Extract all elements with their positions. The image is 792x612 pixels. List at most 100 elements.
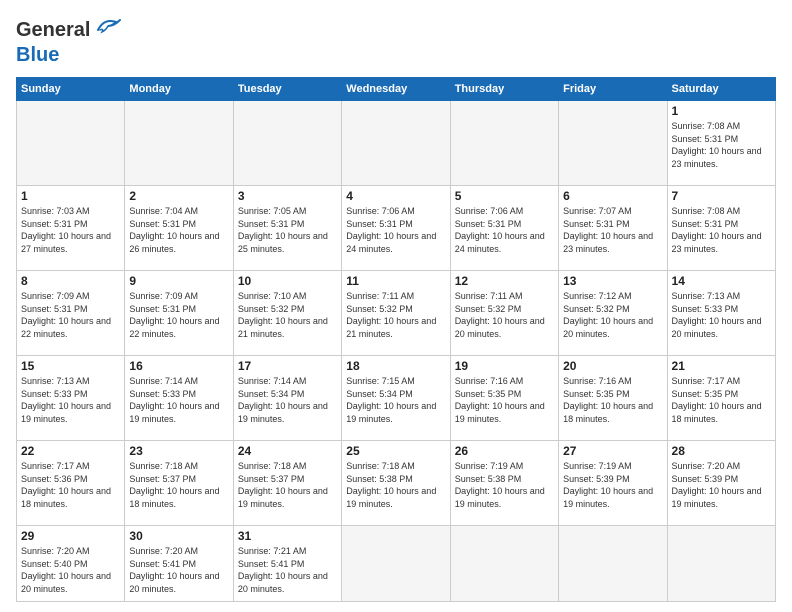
day-number: 1 (21, 189, 120, 203)
day-number: 27 (563, 444, 662, 458)
calendar-cell-empty (559, 525, 667, 601)
day-info: Sunrise: 7:18 AMSunset: 5:38 PMDaylight:… (346, 460, 445, 510)
calendar-cell-day: 14 Sunrise: 7:13 AMSunset: 5:33 PMDaylig… (667, 270, 775, 355)
day-number: 7 (672, 189, 771, 203)
calendar-header-tuesday: Tuesday (233, 78, 341, 101)
day-number: 17 (238, 359, 337, 373)
day-number: 2 (129, 189, 228, 203)
day-number: 28 (672, 444, 771, 458)
day-number: 3 (238, 189, 337, 203)
calendar-header-wednesday: Wednesday (342, 78, 450, 101)
day-number: 12 (455, 274, 554, 288)
calendar-row: 1 Sunrise: 7:08 AMSunset: 5:31 PMDayligh… (17, 101, 776, 186)
calendar-cell-day: 8 Sunrise: 7:09 AMSunset: 5:31 PMDayligh… (17, 270, 125, 355)
day-number: 9 (129, 274, 228, 288)
day-info: Sunrise: 7:04 AMSunset: 5:31 PMDaylight:… (129, 205, 228, 255)
day-number: 23 (129, 444, 228, 458)
day-number: 30 (129, 529, 228, 543)
calendar-cell-day: 2 Sunrise: 7:04 AMSunset: 5:31 PMDayligh… (125, 185, 233, 270)
day-info: Sunrise: 7:17 AMSunset: 5:36 PMDaylight:… (21, 460, 120, 510)
calendar-cell-day: 25 Sunrise: 7:18 AMSunset: 5:38 PMDaylig… (342, 440, 450, 525)
day-info: Sunrise: 7:14 AMSunset: 5:34 PMDaylight:… (238, 375, 337, 425)
calendar-cell-empty (342, 101, 450, 186)
day-info: Sunrise: 7:10 AMSunset: 5:32 PMDaylight:… (238, 290, 337, 340)
day-info: Sunrise: 7:18 AMSunset: 5:37 PMDaylight:… (238, 460, 337, 510)
calendar-cell-day: 1 Sunrise: 7:08 AMSunset: 5:31 PMDayligh… (667, 101, 775, 186)
day-number: 4 (346, 189, 445, 203)
calendar-cell-empty (559, 101, 667, 186)
calendar-cell-day: 13 Sunrise: 7:12 AMSunset: 5:32 PMDaylig… (559, 270, 667, 355)
day-number: 31 (238, 529, 337, 543)
calendar-cell-day: 1 Sunrise: 7:03 AMSunset: 5:31 PMDayligh… (17, 185, 125, 270)
calendar-header-friday: Friday (559, 78, 667, 101)
day-number: 8 (21, 274, 120, 288)
day-number: 18 (346, 359, 445, 373)
day-info: Sunrise: 7:07 AMSunset: 5:31 PMDaylight:… (563, 205, 662, 255)
day-info: Sunrise: 7:21 AMSunset: 5:41 PMDaylight:… (238, 545, 337, 595)
calendar-cell-day: 20 Sunrise: 7:16 AMSunset: 5:35 PMDaylig… (559, 355, 667, 440)
calendar-cell-empty (17, 101, 125, 186)
calendar-cell-day: 31 Sunrise: 7:21 AMSunset: 5:41 PMDaylig… (233, 525, 341, 601)
calendar-cell-day: 23 Sunrise: 7:18 AMSunset: 5:37 PMDaylig… (125, 440, 233, 525)
calendar-cell-empty (450, 525, 558, 601)
day-number: 26 (455, 444, 554, 458)
day-number: 19 (455, 359, 554, 373)
calendar-header-saturday: Saturday (667, 78, 775, 101)
day-number: 16 (129, 359, 228, 373)
day-number: 20 (563, 359, 662, 373)
calendar-cell-day: 26 Sunrise: 7:19 AMSunset: 5:38 PMDaylig… (450, 440, 558, 525)
calendar-cell-day: 21 Sunrise: 7:17 AMSunset: 5:35 PMDaylig… (667, 355, 775, 440)
calendar-cell-empty (450, 101, 558, 186)
day-number: 6 (563, 189, 662, 203)
calendar-cell-day: 5 Sunrise: 7:06 AMSunset: 5:31 PMDayligh… (450, 185, 558, 270)
calendar-cell-day: 27 Sunrise: 7:19 AMSunset: 5:39 PMDaylig… (559, 440, 667, 525)
logo-bird-icon (94, 16, 122, 44)
day-info: Sunrise: 7:05 AMSunset: 5:31 PMDaylight:… (238, 205, 337, 255)
calendar-cell-empty (342, 525, 450, 601)
calendar-header-sunday: Sunday (17, 78, 125, 101)
day-number: 10 (238, 274, 337, 288)
logo: General Blue (16, 16, 122, 67)
calendar-header-row: SundayMondayTuesdayWednesdayThursdayFrid… (17, 78, 776, 101)
day-number: 29 (21, 529, 120, 543)
calendar-table: SundayMondayTuesdayWednesdayThursdayFrid… (16, 77, 776, 602)
day-info: Sunrise: 7:15 AMSunset: 5:34 PMDaylight:… (346, 375, 445, 425)
calendar-cell-day: 12 Sunrise: 7:11 AMSunset: 5:32 PMDaylig… (450, 270, 558, 355)
calendar-header-thursday: Thursday (450, 78, 558, 101)
day-number: 25 (346, 444, 445, 458)
calendar-cell-day: 28 Sunrise: 7:20 AMSunset: 5:39 PMDaylig… (667, 440, 775, 525)
logo-blue: Blue (16, 44, 59, 66)
day-info: Sunrise: 7:13 AMSunset: 5:33 PMDaylight:… (21, 375, 120, 425)
day-info: Sunrise: 7:17 AMSunset: 5:35 PMDaylight:… (672, 375, 771, 425)
calendar-cell-day: 17 Sunrise: 7:14 AMSunset: 5:34 PMDaylig… (233, 355, 341, 440)
day-info: Sunrise: 7:20 AMSunset: 5:40 PMDaylight:… (21, 545, 120, 595)
calendar-row: 22 Sunrise: 7:17 AMSunset: 5:36 PMDaylig… (17, 440, 776, 525)
calendar-cell-day: 24 Sunrise: 7:18 AMSunset: 5:37 PMDaylig… (233, 440, 341, 525)
calendar-cell-day: 9 Sunrise: 7:09 AMSunset: 5:31 PMDayligh… (125, 270, 233, 355)
calendar-cell-empty (667, 525, 775, 601)
calendar-cell-day: 4 Sunrise: 7:06 AMSunset: 5:31 PMDayligh… (342, 185, 450, 270)
day-number: 11 (346, 274, 445, 288)
day-number: 21 (672, 359, 771, 373)
day-info: Sunrise: 7:20 AMSunset: 5:39 PMDaylight:… (672, 460, 771, 510)
calendar-cell-day: 10 Sunrise: 7:10 AMSunset: 5:32 PMDaylig… (233, 270, 341, 355)
day-info: Sunrise: 7:14 AMSunset: 5:33 PMDaylight:… (129, 375, 228, 425)
calendar-row: 15 Sunrise: 7:13 AMSunset: 5:33 PMDaylig… (17, 355, 776, 440)
page: General Blue SundayMondayTuesdayWednesda (0, 0, 792, 612)
calendar-header-monday: Monday (125, 78, 233, 101)
calendar-cell-day: 15 Sunrise: 7:13 AMSunset: 5:33 PMDaylig… (17, 355, 125, 440)
day-info: Sunrise: 7:11 AMSunset: 5:32 PMDaylight:… (346, 290, 445, 340)
calendar-row: 29 Sunrise: 7:20 AMSunset: 5:40 PMDaylig… (17, 525, 776, 601)
calendar-row: 8 Sunrise: 7:09 AMSunset: 5:31 PMDayligh… (17, 270, 776, 355)
day-info: Sunrise: 7:19 AMSunset: 5:38 PMDaylight:… (455, 460, 554, 510)
calendar-cell-day: 11 Sunrise: 7:11 AMSunset: 5:32 PMDaylig… (342, 270, 450, 355)
day-info: Sunrise: 7:19 AMSunset: 5:39 PMDaylight:… (563, 460, 662, 510)
calendar-cell-day: 3 Sunrise: 7:05 AMSunset: 5:31 PMDayligh… (233, 185, 341, 270)
calendar-cell-empty (125, 101, 233, 186)
calendar-row: 1 Sunrise: 7:03 AMSunset: 5:31 PMDayligh… (17, 185, 776, 270)
day-number: 24 (238, 444, 337, 458)
logo-general: General (16, 19, 90, 42)
day-info: Sunrise: 7:08 AMSunset: 5:31 PMDaylight:… (672, 120, 771, 170)
header: General Blue (16, 16, 776, 67)
day-info: Sunrise: 7:18 AMSunset: 5:37 PMDaylight:… (129, 460, 228, 510)
